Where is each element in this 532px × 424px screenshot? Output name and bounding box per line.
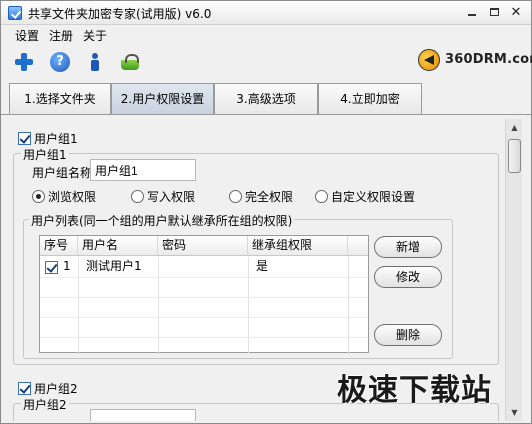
grid-line (40, 277, 368, 278)
tab-encrypt-now[interactable]: 4.立即加密 (318, 83, 422, 115)
col-password[interactable]: 密码 (158, 236, 248, 256)
col-inherit[interactable]: 继承组权限 (248, 236, 348, 256)
shield-check-icon (8, 6, 22, 20)
radio-browse-label: 浏览权限 (48, 190, 97, 204)
group2-box-title: 用户组2 (21, 396, 69, 413)
group-name-input[interactable] (90, 159, 196, 181)
close-button[interactable]: ✕ (507, 5, 525, 21)
add-user-button[interactable]: 新增 (374, 236, 442, 258)
group1-checkbox-label: 用户组1 (34, 132, 78, 146)
grid-line (40, 297, 368, 298)
radio-custom-permission[interactable] (315, 190, 328, 203)
tab-divider (1, 114, 531, 115)
scroll-down-icon[interactable]: ▼ (506, 404, 523, 421)
add-plus-icon[interactable] (13, 51, 35, 73)
close-icon: ✕ (510, 5, 522, 20)
row-index: 1 (63, 259, 71, 273)
logo-mark-icon (418, 49, 440, 71)
group2-checkbox-label: 用户组2 (34, 382, 78, 396)
group-name-label: 用户组名称 (32, 166, 93, 180)
col-username[interactable]: 用户名 (78, 236, 158, 256)
row-inherit: 是 (256, 259, 269, 273)
user-info-icon[interactable] (84, 51, 106, 73)
menu-about[interactable]: 关于 (83, 27, 107, 44)
user-table-header: 序号 用户名 密码 继承组权限 (40, 236, 368, 256)
group1-checkbox[interactable] (18, 132, 31, 145)
row-checkbox[interactable] (45, 261, 58, 274)
delete-user-button[interactable]: 删除 (374, 324, 442, 346)
maximize-icon (489, 8, 499, 16)
minimize-icon (468, 14, 476, 16)
table-row[interactable]: 1 测试用户1 是 (40, 257, 368, 277)
help-question-icon[interactable]: ? (50, 52, 70, 72)
window-title: 共享文件夹加密专家(试用版) v6.0 (28, 7, 212, 21)
grid-line (40, 317, 368, 318)
brand-logo: 360DRM.com (418, 48, 532, 72)
col-index[interactable]: 序号 (40, 236, 78, 256)
maximize-button[interactable] (485, 5, 503, 21)
radio-write-permission[interactable] (131, 190, 144, 203)
edit-user-button[interactable]: 修改 (374, 266, 442, 288)
menu-settings[interactable]: 设置 (15, 27, 39, 44)
row-username: 测试用户1 (86, 259, 142, 273)
tab-user-permissions[interactable]: 2.用户权限设置 (111, 83, 214, 115)
title-bar[interactable]: 共享文件夹加密专家(试用版) v6.0 ✕ (1, 1, 531, 25)
group2-checkbox[interactable] (18, 382, 31, 395)
grid-line (40, 337, 368, 338)
menu-register[interactable]: 注册 (49, 27, 73, 44)
scroll-up-icon[interactable]: ▲ (506, 119, 523, 136)
basket-icon[interactable] (119, 51, 141, 73)
watermark-text: 极速下载站 (337, 373, 492, 408)
scroll-thumb[interactable] (508, 139, 521, 173)
vertical-scrollbar[interactable]: ▲ ▼ (505, 119, 522, 421)
user-list-title: 用户列表(同一个组的用户默认继承所在组的权限) (29, 212, 295, 229)
radio-full-label: 完全权限 (245, 190, 294, 204)
tab-advanced-options[interactable]: 3.高级选项 (214, 83, 318, 115)
radio-browse-permission[interactable] (32, 190, 45, 203)
group2-name-input[interactable] (90, 409, 196, 421)
group1-box-title: 用户组1 (21, 146, 69, 163)
radio-write-label: 写入权限 (147, 190, 196, 204)
logo-text: 360DRM.com (445, 52, 532, 67)
app-window: 共享文件夹加密专家(试用版) v6.0 ✕ 设置 注册 关于 ? 360DRM.… (0, 0, 532, 424)
tab-strip: 1.选择文件夹 2.用户权限设置 3.高级选项 4.立即加密 (1, 83, 531, 115)
user-table[interactable]: 序号 用户名 密码 继承组权限 1 测试用户1 是 (39, 235, 369, 353)
radio-custom-label: 自定义权限设置 (331, 190, 416, 204)
radio-full-permission[interactable] (229, 190, 242, 203)
tab-select-folder[interactable]: 1.选择文件夹 (9, 83, 111, 115)
minimize-button[interactable] (463, 5, 481, 21)
menu-bar: 设置 注册 关于 (1, 25, 531, 45)
